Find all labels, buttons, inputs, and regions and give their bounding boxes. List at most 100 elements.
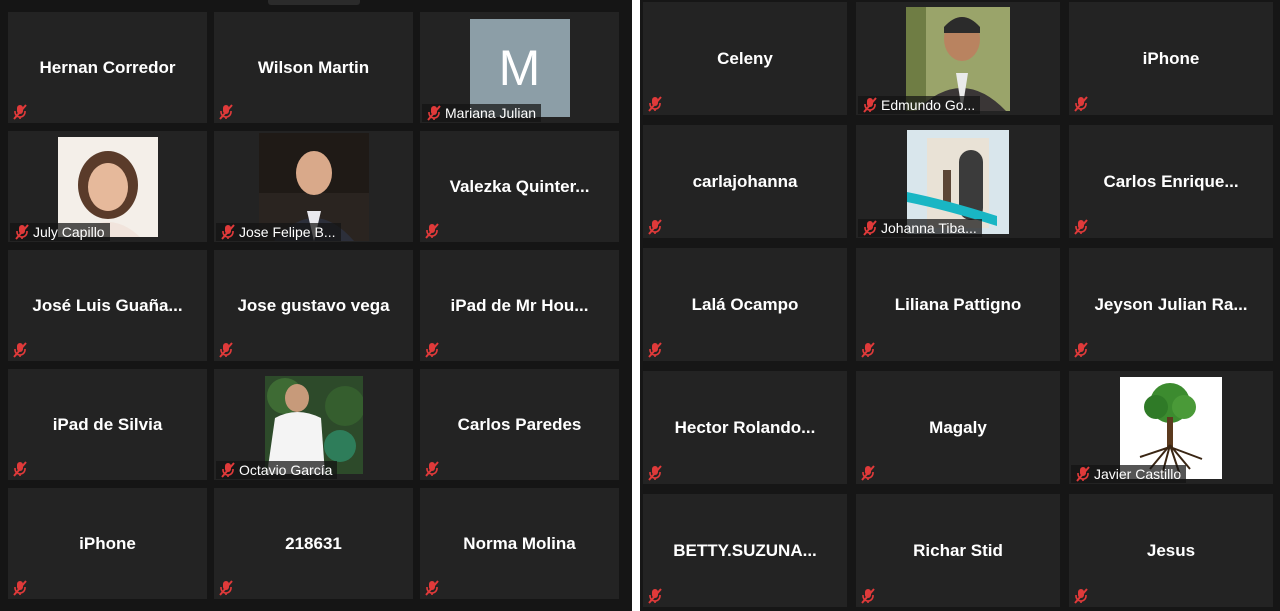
mic-muted-icon (647, 96, 663, 112)
participant-tile[interactable]: Valezka Quinter... (420, 131, 619, 242)
mic-muted-icon (426, 105, 442, 121)
participant-name: Jesus (1146, 540, 1196, 560)
participant-tile[interactable]: Edmundo Go... (856, 2, 1060, 115)
participant-tile[interactable]: M Mariana Julian (420, 12, 619, 123)
divider (632, 0, 640, 611)
participant-name: Carlos Paredes (457, 414, 582, 434)
participant-tile[interactable]: 218631 (214, 488, 413, 599)
mic-muted-icon (424, 580, 440, 596)
participant-name: iPhone (1142, 48, 1200, 68)
participant-name: Lalá Ocampo (691, 294, 799, 314)
participant-name: Jeyson Julian Ra... (1094, 294, 1248, 314)
mic-muted-icon (14, 224, 30, 240)
mic-muted-icon (860, 588, 876, 604)
participant-tile[interactable]: Celeny (643, 2, 847, 115)
participant-name-caption: Javier Castillo (1071, 465, 1187, 483)
participant-name: José Luis Guaña... (32, 295, 183, 315)
participant-tile[interactable]: Hernan Corredor (8, 12, 207, 123)
mic-muted-icon (647, 465, 663, 481)
participant-name-caption: Mariana Julian (422, 104, 542, 122)
participant-tile[interactable]: Carlos Paredes (420, 369, 619, 480)
participant-name: Javier Castillo (1094, 466, 1182, 482)
participant-tile[interactable]: Hector Rolando... (643, 371, 847, 484)
participant-tile[interactable]: carlajohanna (643, 125, 847, 238)
participant-tile[interactable]: iPhone (8, 488, 207, 599)
participant-name: iPad de Silvia (52, 414, 163, 434)
participant-video (907, 129, 1009, 234)
participant-tile[interactable]: Magaly (856, 371, 1060, 484)
participant-tile[interactable]: Wilson Martin (214, 12, 413, 123)
participant-name: July Capillo (33, 224, 105, 240)
participant-name-caption: Octavio García (216, 461, 338, 479)
participant-tile[interactable]: Octavio García (214, 369, 413, 480)
mic-muted-icon (12, 104, 28, 120)
avatar: M (469, 18, 570, 117)
participant-tile[interactable]: Jose gustavo vega (214, 250, 413, 361)
mic-muted-icon (12, 342, 28, 358)
mic-muted-icon (862, 97, 878, 113)
gallery-top-handle[interactable] (268, 0, 360, 5)
participant-name: Hernan Corredor (39, 57, 176, 77)
participant-name: Edmundo Go... (881, 97, 976, 113)
mic-muted-icon (220, 224, 236, 240)
participant-grid-right: Celeny Edmundo Go... iPhone carlajohanna Joh… (643, 2, 1273, 607)
mic-muted-icon (647, 342, 663, 358)
participant-name: Johanna Tiba... (881, 220, 977, 236)
participant-name-caption: Johanna Tiba... (858, 219, 982, 237)
mic-muted-icon (862, 220, 878, 236)
participant-name: Magaly (929, 417, 987, 437)
participant-tile[interactable]: Lalá Ocampo (643, 248, 847, 361)
participant-name-caption: Jose Felipe B... (216, 223, 341, 241)
mic-muted-icon (647, 219, 663, 235)
mic-muted-icon (1075, 466, 1091, 482)
participant-video (906, 6, 1010, 111)
participant-tile[interactable]: Johanna Tiba... (856, 125, 1060, 238)
mic-muted-icon (424, 342, 440, 358)
participant-tile[interactable]: iPhone (1069, 2, 1273, 115)
participant-video (264, 375, 363, 474)
participant-tile[interactable]: Richar Stid (856, 494, 1060, 607)
participant-tile[interactable]: Jose Felipe B... (214, 131, 413, 242)
mic-muted-icon (218, 104, 234, 120)
participant-name: Celeny (717, 48, 773, 68)
mic-muted-icon (424, 461, 440, 477)
participant-tile[interactable]: Jesus (1069, 494, 1273, 607)
mic-muted-icon (860, 465, 876, 481)
participant-tile[interactable]: Norma Molina (420, 488, 619, 599)
participant-name: BETTY.SUZUNA... (673, 540, 817, 560)
participant-grid-left: Hernan Corredor Wilson Martin M Mariana Jul… (8, 12, 619, 599)
participant-name: Hector Rolando... (674, 417, 816, 437)
participant-video (1120, 376, 1222, 479)
mic-muted-icon (218, 342, 234, 358)
participant-name: 218631 (285, 533, 342, 553)
mic-muted-icon (424, 223, 440, 239)
participant-tile[interactable]: José Luis Guaña... (8, 250, 207, 361)
participant-tile[interactable]: Liliana Pattigno (856, 248, 1060, 361)
participant-tile[interactable]: iPad de Silvia (8, 369, 207, 480)
mic-muted-icon (860, 342, 876, 358)
participant-name: Liliana Pattigno (894, 294, 1022, 314)
participant-name: Wilson Martin (257, 57, 370, 77)
participant-name: Valezka Quinter... (449, 176, 590, 196)
avatar-letter: M (469, 18, 570, 117)
participant-tile[interactable]: July Capillo (8, 131, 207, 242)
participant-name: Norma Molina (463, 533, 576, 553)
participant-name: Mariana Julian (445, 105, 537, 121)
participant-tile[interactable]: Jeyson Julian Ra... (1069, 248, 1273, 361)
mic-muted-icon (218, 580, 234, 596)
participant-name: Jose Felipe B... (239, 224, 336, 240)
participant-video (57, 136, 158, 237)
participant-name: iPhone (79, 533, 136, 553)
mic-muted-icon (1073, 588, 1089, 604)
participant-name-caption: July Capillo (10, 223, 110, 241)
mic-muted-icon (1073, 96, 1089, 112)
participant-tile[interactable]: Javier Castillo (1069, 371, 1273, 484)
mic-muted-icon (12, 461, 28, 477)
participant-name: carlajohanna (692, 171, 798, 191)
participant-tile[interactable]: iPad de Mr Hou... (420, 250, 619, 361)
participant-name: Jose gustavo vega (237, 295, 390, 315)
participant-tile[interactable]: BETTY.SUZUNA... (643, 494, 847, 607)
mic-muted-icon (220, 462, 236, 478)
participant-tile[interactable]: Carlos Enrique... (1069, 125, 1273, 238)
participant-name: iPad de Mr Hou... (450, 295, 589, 315)
